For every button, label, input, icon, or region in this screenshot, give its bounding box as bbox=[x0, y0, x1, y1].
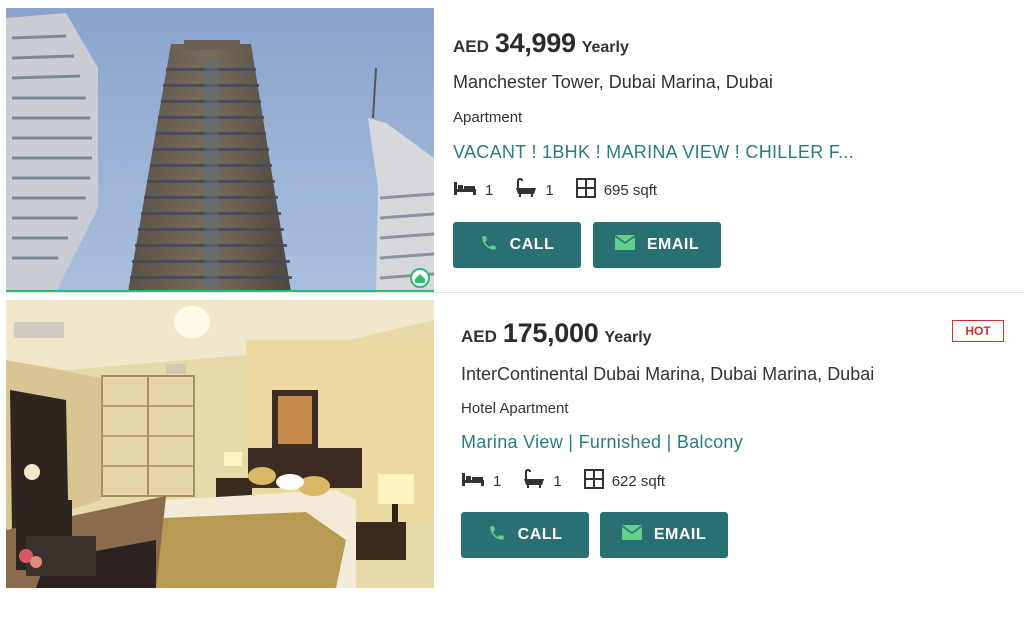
area: 695 sqft bbox=[575, 178, 658, 202]
email-label: EMAIL bbox=[653, 526, 707, 543]
envelope-icon bbox=[621, 525, 654, 545]
area: 622 sqft bbox=[583, 469, 666, 493]
listing-photo[interactable] bbox=[6, 8, 434, 292]
email-button[interactable]: EMAIL bbox=[600, 512, 728, 558]
price-amount: 175,000 bbox=[502, 318, 599, 348]
property-type: Hotel Apartment bbox=[461, 400, 569, 417]
email-button[interactable]: EMAIL bbox=[593, 222, 721, 268]
call-button[interactable]: CALL bbox=[453, 222, 581, 268]
listing-info: HOT AED 175,000 Yearly InterContinental … bbox=[453, 300, 1024, 588]
listing-specs: 1 1 695 sqft bbox=[453, 177, 679, 202]
area-value: 695 sqft bbox=[603, 181, 658, 199]
bathrooms-count: 1 bbox=[545, 181, 554, 199]
price-period: Yearly bbox=[581, 39, 629, 56]
bathrooms: 1 bbox=[515, 177, 554, 202]
phone-icon bbox=[480, 234, 510, 257]
price-currency: AED bbox=[453, 37, 489, 56]
area-value: 622 sqft bbox=[611, 472, 666, 490]
price: AED 34,999 Yearly bbox=[453, 28, 629, 59]
bedrooms: 1 bbox=[461, 471, 501, 491]
listing-card[interactable]: HOT AED 175,000 Yearly InterContinental … bbox=[6, 300, 1024, 588]
bed-icon bbox=[453, 180, 485, 200]
bathrooms-count: 1 bbox=[553, 472, 562, 490]
price: AED 175,000 Yearly bbox=[461, 318, 652, 349]
area-icon bbox=[583, 469, 612, 493]
envelope-icon bbox=[614, 235, 647, 255]
area-icon bbox=[575, 178, 604, 202]
hot-badge: HOT bbox=[952, 320, 1004, 342]
listing-location: InterContinental Dubai Marina, Dubai Mar… bbox=[461, 364, 875, 384]
listing-location: Manchester Tower, Dubai Marina, Dubai bbox=[453, 72, 773, 92]
verified-home-icon bbox=[410, 268, 430, 288]
bedrooms-count: 1 bbox=[485, 181, 494, 199]
listing-photo[interactable] bbox=[6, 300, 434, 588]
bedrooms-count: 1 bbox=[493, 472, 502, 490]
bathrooms: 1 bbox=[523, 468, 562, 493]
property-type: Apartment bbox=[453, 109, 523, 126]
bath-icon bbox=[523, 468, 553, 493]
call-button[interactable]: CALL bbox=[461, 512, 589, 558]
phone-icon bbox=[488, 524, 518, 547]
call-label: CALL bbox=[509, 236, 555, 253]
price-period: Yearly bbox=[604, 329, 652, 346]
email-label: EMAIL bbox=[646, 236, 700, 253]
listing-specs: 1 1 622 sqft bbox=[461, 468, 687, 493]
price-amount: 34,999 bbox=[494, 28, 576, 58]
bath-icon bbox=[515, 177, 545, 202]
price-currency: AED bbox=[461, 327, 497, 346]
bedrooms: 1 bbox=[453, 180, 493, 200]
listing-info: AED 34,999 Yearly Manchester Tower, Duba… bbox=[453, 8, 1024, 292]
listing-headline[interactable]: Marina View | Furnished | Balcony bbox=[461, 432, 743, 453]
listing-headline[interactable]: VACANT ! 1BHK ! MARINA VIEW ! CHILLER F.… bbox=[453, 142, 854, 163]
bed-icon bbox=[461, 471, 493, 491]
call-label: CALL bbox=[517, 526, 563, 543]
listing-card[interactable]: AED 34,999 Yearly Manchester Tower, Duba… bbox=[6, 8, 1024, 293]
